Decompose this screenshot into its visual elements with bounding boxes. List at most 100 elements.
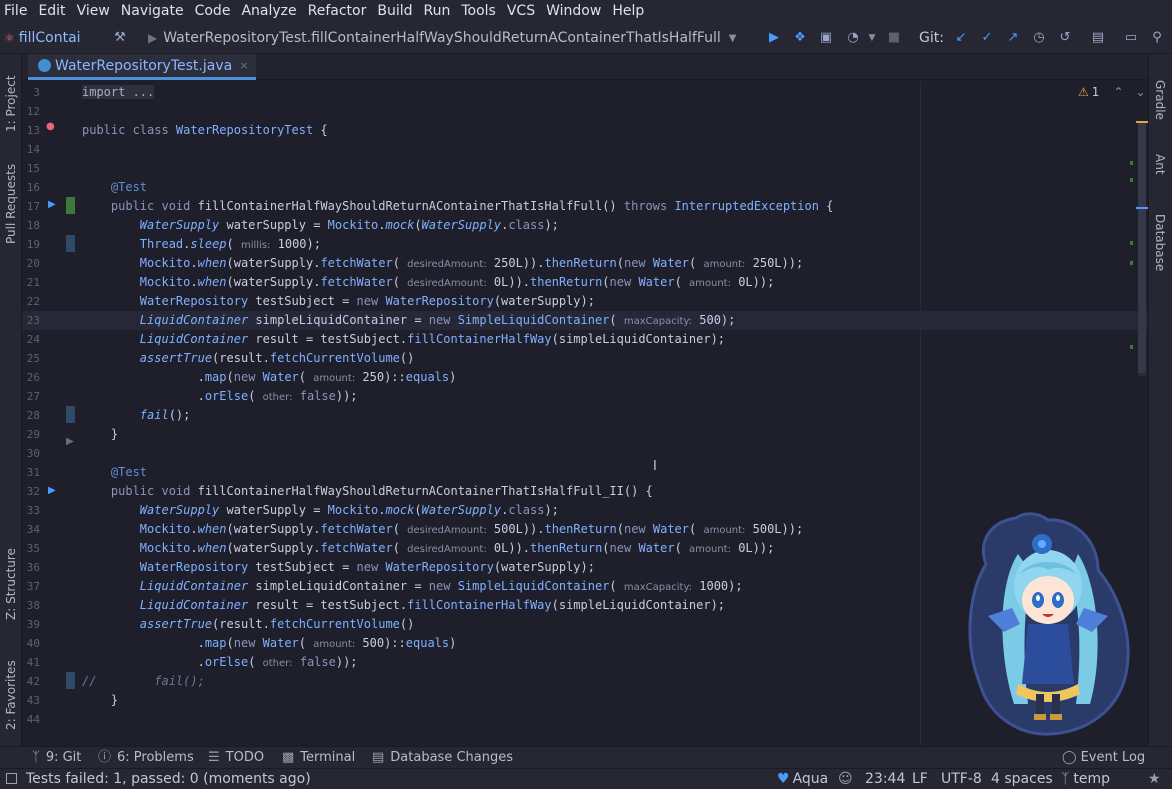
folded-imports[interactable]: import ...	[82, 85, 155, 99]
code-line[interactable]: 30	[22, 444, 1148, 463]
debug-icon[interactable]: ❖	[792, 30, 808, 46]
run-test-icon[interactable]: ▶	[48, 485, 56, 496]
code-token: SimpleLiquidContainer	[457, 579, 610, 593]
file-encoding[interactable]: UTF-8	[941, 769, 982, 789]
code-line[interactable]: 29 }	[22, 425, 1148, 444]
tool-tab-git[interactable]: ᛉ 9: Git	[32, 747, 81, 769]
code-token: public class	[82, 123, 176, 137]
code-line[interactable]: 19 Thread.sleep( millis: 1000);	[22, 235, 1148, 254]
inspection-widget[interactable]: ⚠ 1 ⌃ ⌄	[1078, 85, 1146, 99]
profile-icon[interactable]: ◔	[845, 30, 861, 46]
build-hammer-icon[interactable]: ⚒	[112, 30, 128, 46]
git-branch-widget[interactable]: ᛉ temp	[1061, 769, 1110, 789]
code-line[interactable]: 32 public void fillContainerHalfWayShoul…	[22, 482, 1148, 501]
test-configuration-select[interactable]: ▶ WaterRepositoryTest.fillContainerHalfW…	[148, 22, 752, 54]
tool-tab-structure[interactable]: Z: Structure	[4, 548, 18, 620]
menu-view[interactable]: View	[77, 3, 110, 19]
tool-tab-favorites[interactable]: 2: Favorites	[4, 660, 18, 730]
menu-analyze[interactable]: Analyze	[241, 3, 296, 19]
stop-icon[interactable]: ■	[886, 30, 902, 46]
tool-tab-project[interactable]: 1: Project	[4, 75, 18, 132]
menu-tools[interactable]: Tools	[461, 3, 496, 19]
run-test-class-icon[interactable]: ●	[46, 121, 55, 132]
chevron-down-icon: ▼	[728, 32, 737, 44]
code-line[interactable]: 24 LiquidContainer result = testSubject.…	[22, 330, 1148, 349]
code-line[interactable]: 12	[22, 102, 1148, 121]
search-icon[interactable]: ⚲	[1149, 30, 1165, 46]
code-line[interactable]: 13 public class WaterRepositoryTest {	[22, 121, 1148, 140]
menu-refactor[interactable]: Refactor	[308, 3, 367, 19]
code-token: .	[190, 541, 198, 555]
memory-indicator-icon[interactable]: ☺	[838, 769, 853, 789]
code-line[interactable]: 28 fail();	[22, 406, 1148, 425]
menu-edit[interactable]: Edit	[38, 3, 65, 19]
notifications-icon[interactable]: ★	[1148, 769, 1161, 789]
code-line[interactable]: 22 WaterRepository testSubject = new Wat…	[22, 292, 1148, 311]
warning-stripe[interactable]	[1136, 121, 1148, 123]
tool-tab-terminal[interactable]: ▩ Terminal	[282, 747, 355, 769]
code-line[interactable]: 15	[22, 159, 1148, 178]
code-token: thenReturn	[544, 256, 617, 270]
menu-code[interactable]: Code	[195, 3, 231, 19]
tool-windows-toggle-icon[interactable]	[6, 773, 17, 784]
code-line[interactable]: 21 Mockito.when(waterSupply.fetchWater( …	[22, 273, 1148, 292]
menu-vcs[interactable]: VCS	[507, 3, 535, 19]
code-token: 500);	[692, 313, 736, 327]
tool-tab-pull-requests[interactable]: Pull Requests	[4, 164, 18, 244]
code-line[interactable]: 31 @Test	[22, 463, 1148, 482]
code-editor[interactable]: 3 import ... 12 13 public class WaterReposit…	[22, 81, 1148, 746]
line-separator[interactable]: LF	[912, 769, 928, 789]
chevron-down-icon[interactable]: ⌄	[1135, 85, 1145, 99]
menu-window[interactable]: Window	[546, 3, 601, 19]
menu-help[interactable]: Help	[612, 3, 644, 19]
theme-switcher[interactable]: ♥ Aqua	[777, 769, 828, 789]
editor-scrollbar-thumb[interactable]	[1138, 123, 1146, 373]
tool-tab-terminal-label: Terminal	[300, 750, 356, 765]
git-update-icon[interactable]: ↙	[953, 30, 969, 46]
caret-position[interactable]: 23:44	[865, 769, 905, 789]
run-config-selector[interactable]: ⚛ fillContai	[4, 22, 81, 54]
chevron-down-icon[interactable]: ▼	[864, 30, 880, 46]
code-line[interactable]: 26 .map(new Water( amount: 250)::equals)	[22, 368, 1148, 387]
code-line[interactable]: 18 WaterSupply waterSupply = Mockito.moc…	[22, 216, 1148, 235]
tool-tab-database-changes[interactable]: ▤ Database Changes	[372, 747, 513, 769]
menu-navigate[interactable]: Navigate	[121, 3, 184, 19]
presentation-mode-icon[interactable]: ▭	[1123, 30, 1139, 46]
menu-file[interactable]: File	[4, 3, 27, 19]
code-line[interactable]: 16 @Test	[22, 178, 1148, 197]
code-line[interactable]: 25 assertTrue(result.fetchCurrentVolume(…	[22, 349, 1148, 368]
indent-setting[interactable]: 4 spaces	[991, 769, 1053, 789]
tool-tab-gradle[interactable]: Gradle	[1153, 80, 1167, 120]
code-line[interactable]: 17 public void fillContainerHalfWayShoul…	[22, 197, 1148, 216]
project-structure-icon[interactable]: ▤	[1090, 30, 1106, 46]
git-history-icon[interactable]: ◷	[1031, 30, 1047, 46]
git-commit-icon[interactable]: ✓	[979, 30, 995, 46]
event-log-button[interactable]: ◯ Event Log	[1062, 747, 1145, 769]
tool-tab-database[interactable]: Database	[1153, 214, 1167, 271]
menu-run[interactable]: Run	[424, 3, 451, 19]
code-line[interactable]: 20 Mockito.when(waterSupply.fetchWater( …	[22, 254, 1148, 273]
tool-tab-problems[interactable]: ⓘ 6: Problems	[98, 747, 194, 769]
coverage-icon[interactable]: ▣	[818, 30, 834, 46]
test-status-message[interactable]: Tests failed: 1, passed: 0 (moments ago)	[26, 769, 311, 789]
tool-tab-ant[interactable]: Ant	[1153, 154, 1167, 175]
code-line[interactable]: 23 LiquidContainer simpleLiquidContainer…	[22, 311, 1148, 330]
tool-tab-todo[interactable]: ☰ TODO	[208, 747, 264, 769]
run-test-icon[interactable]: ▶	[48, 199, 56, 210]
code-line[interactable]: 3 import ...	[22, 83, 1148, 102]
line-number: 38	[26, 599, 40, 612]
menu-build[interactable]: Build	[377, 3, 412, 19]
fold-marker-icon[interactable]: ▶	[66, 436, 74, 447]
close-icon[interactable]: ×	[239, 59, 248, 72]
code-line[interactable]: 14	[22, 140, 1148, 159]
git-rollback-icon[interactable]: ↺	[1057, 30, 1073, 46]
git-push-icon[interactable]: ↗	[1005, 30, 1021, 46]
run-icon[interactable]: ▶	[766, 30, 782, 46]
editor-tab-water-repository-test[interactable]: WaterRepositoryTest.java ×	[28, 54, 257, 80]
chevron-up-icon[interactable]: ⌃	[1113, 85, 1123, 99]
code-text: }	[82, 691, 118, 710]
code-line[interactable]: 27 .orElse( other: false));	[22, 387, 1148, 406]
